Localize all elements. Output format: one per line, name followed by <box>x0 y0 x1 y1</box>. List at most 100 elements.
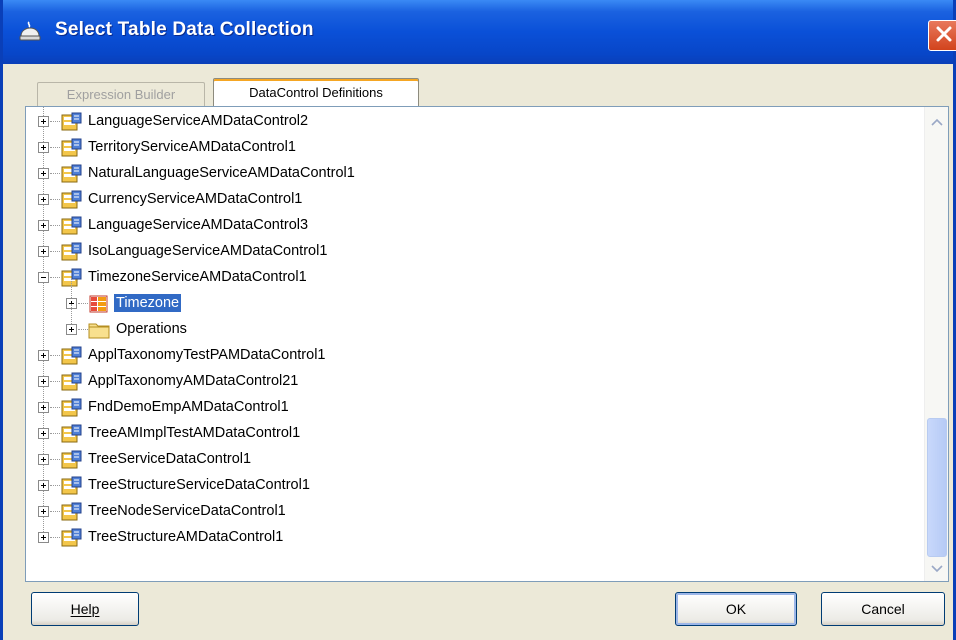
dialog-window: Select Table Data Collection Expression … <box>0 0 956 640</box>
tree-connector <box>50 485 60 486</box>
datacontrol-icon <box>60 190 82 213</box>
vertical-scrollbar[interactable] <box>924 107 948 581</box>
tree-item[interactable]: FndDemoEmpAMDataControl1 <box>26 395 916 421</box>
tree-connector <box>78 303 88 304</box>
scroll-down-button[interactable] <box>927 558 947 578</box>
collection-icon <box>88 294 110 317</box>
tree-item[interactable]: TreeServiceDataControl1 <box>26 447 916 473</box>
tree-item-label: TreeServiceDataControl1 <box>88 451 252 467</box>
datacontrol-icon <box>60 502 82 525</box>
tree-item-label: TreeAMImplTestAMDataControl1 <box>88 425 301 441</box>
ok-button[interactable]: OK <box>675 592 797 626</box>
tree-item-label: Timezone <box>114 294 182 312</box>
tree-connector <box>50 277 60 278</box>
help-label: Help <box>70 601 100 617</box>
tree-item-label: TreeStructureAMDataControl1 <box>88 529 284 545</box>
tree-item[interactable]: Timezone <box>26 278 916 317</box>
tab-label: Expression Builder <box>66 87 176 102</box>
expand-icon[interactable] <box>38 194 49 205</box>
tree-connector <box>78 329 88 330</box>
tree-item[interactable]: Operations <box>26 304 916 343</box>
datacontrol-icon <box>60 164 82 187</box>
tree-item-label: Operations <box>116 321 187 337</box>
datacontrol-icon <box>60 242 82 265</box>
tree-item[interactable]: TreeAMImplTestAMDataControl1 <box>26 421 916 447</box>
oracle-jdev-icon <box>17 20 43 46</box>
tree-item-label: IsoLanguageServiceAMDataControl1 <box>88 243 328 259</box>
tree-item-label: LanguageServiceAMDataControl2 <box>88 113 309 129</box>
datacontrol-icon <box>60 424 82 447</box>
expand-icon[interactable] <box>38 246 49 257</box>
datacontrol-icon <box>60 138 82 161</box>
tree-item-label: FndDemoEmpAMDataControl1 <box>88 399 289 415</box>
expand-icon[interactable] <box>38 116 49 127</box>
tree-item[interactable]: LanguageServiceAMDataControl3 <box>26 213 916 239</box>
expand-icon[interactable] <box>38 532 49 543</box>
tree-connector <box>50 511 60 512</box>
datacontrol-icon <box>60 112 82 135</box>
tree-connector <box>50 121 60 122</box>
datacontrol-tree[interactable]: LanguageServiceAMDataControl2 TerritorySe… <box>26 107 924 581</box>
dialog-title: Select Table Data Collection <box>55 19 314 40</box>
datacontrol-icon <box>60 346 82 369</box>
tree-item-label: NaturalLanguageServiceAMDataControl1 <box>88 165 355 181</box>
tree-item-label: CurrencyServiceAMDataControl1 <box>88 191 303 207</box>
expand-icon[interactable] <box>38 142 49 153</box>
tree-item[interactable]: ApplTaxonomyTestPAMDataControl1 <box>26 343 916 369</box>
expand-icon[interactable] <box>38 168 49 179</box>
tree-item-label: ApplTaxonomyTestPAMDataControl1 <box>88 347 326 363</box>
tree-connector <box>50 225 60 226</box>
expand-icon[interactable] <box>38 220 49 231</box>
datacontrol-icon <box>60 528 82 551</box>
tree-item[interactable]: NaturalLanguageServiceAMDataControl1 <box>26 161 916 187</box>
title-bar[interactable]: Select Table Data Collection <box>3 0 956 64</box>
expand-icon[interactable] <box>38 454 49 465</box>
datacontrol-icon <box>60 476 82 499</box>
help-button[interactable]: Help <box>31 592 139 626</box>
chevron-down-icon <box>931 560 943 576</box>
tree-item[interactable]: TimezoneServiceAMDataControl1 <box>26 265 916 291</box>
expand-icon[interactable] <box>38 376 49 387</box>
tree-item[interactable]: TreeStructureServiceDataControl1 <box>26 473 916 499</box>
tree-item[interactable]: IsoLanguageServiceAMDataControl1 <box>26 239 916 265</box>
scroll-up-button[interactable] <box>927 111 947 131</box>
expand-icon[interactable] <box>38 402 49 413</box>
tree-item-label: TerritoryServiceAMDataControl1 <box>88 139 296 155</box>
tree-item[interactable]: TerritoryServiceAMDataControl1 <box>26 135 916 161</box>
scroll-thumb[interactable] <box>927 418 947 557</box>
expand-icon[interactable] <box>38 506 49 517</box>
tab-expression-builder[interactable]: Expression Builder <box>37 82 205 106</box>
datacontrol-icon <box>60 450 82 473</box>
tab-label: DataControl Definitions <box>249 85 383 100</box>
cancel-label: Cancel <box>861 601 905 617</box>
tree-item-label: TreeNodeServiceDataControl1 <box>88 503 286 519</box>
tree-item[interactable]: LanguageServiceAMDataControl2 <box>26 109 916 135</box>
expand-icon[interactable] <box>38 428 49 439</box>
cancel-button[interactable]: Cancel <box>821 592 945 626</box>
tree-connector <box>50 251 60 252</box>
close-button[interactable] <box>928 20 956 51</box>
tree-item[interactable]: TreeNodeServiceDataControl1 <box>26 499 916 525</box>
expand-icon[interactable] <box>66 324 77 335</box>
tree-connector <box>50 199 60 200</box>
tree-connector <box>50 381 60 382</box>
tab-datacontrol-definitions[interactable]: DataControl Definitions <box>213 78 419 106</box>
ok-label: OK <box>725 601 747 617</box>
tree-connector <box>50 537 60 538</box>
expand-icon[interactable] <box>38 480 49 491</box>
tree-item[interactable]: CurrencyServiceAMDataControl1 <box>26 187 916 213</box>
datacontrol-icon <box>60 398 82 421</box>
collapse-icon[interactable] <box>38 272 49 283</box>
tree-item[interactable]: ApplTaxonomyAMDataControl21 <box>26 369 916 395</box>
tree-connector <box>50 147 60 148</box>
tree-item-label: TreeStructureServiceDataControl1 <box>88 477 310 493</box>
folder-icon <box>88 320 110 343</box>
datacontrol-icon <box>60 372 82 395</box>
tree-item[interactable]: TreeStructureAMDataControl1 <box>26 525 916 551</box>
expand-icon[interactable] <box>38 350 49 361</box>
tree-item-label: LanguageServiceAMDataControl3 <box>88 217 309 233</box>
tree-item-label: TimezoneServiceAMDataControl1 <box>88 269 307 285</box>
chevron-up-icon <box>931 113 943 129</box>
tree-connector <box>50 173 60 174</box>
close-icon <box>935 25 953 46</box>
